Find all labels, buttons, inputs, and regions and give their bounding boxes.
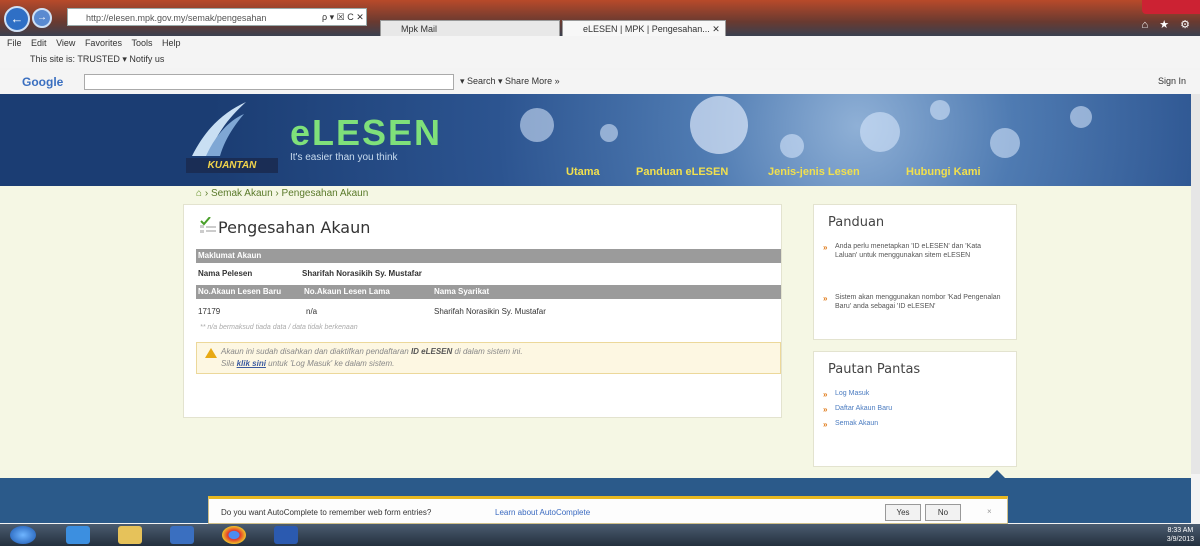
site-tagline: It's easier than you think	[290, 152, 398, 163]
panduan-title: Panduan	[828, 215, 885, 230]
link-daftar-akaun[interactable]: Daftar Akaun Baru	[835, 404, 1005, 413]
table-header: No.Akaun Lesen Baru No.Akaun Lesen Lama …	[196, 285, 781, 299]
section-header: Maklumat Akaun	[196, 249, 781, 263]
alert-id-elesen: ID eLESEN	[410, 347, 453, 356]
system-clock[interactable]: 8:33 AM 3/9/2013	[1167, 526, 1194, 544]
autocomplete-no-button[interactable]: No	[925, 504, 961, 521]
menu-file[interactable]: File	[7, 38, 22, 48]
clock-date: 3/9/2013	[1166, 536, 1194, 543]
trusted-site-indicator[interactable]: This site is: TRUSTED ▾ Notify us	[30, 54, 164, 64]
autocomplete-learn-link[interactable]: Learn about AutoComplete	[495, 508, 590, 517]
alert-text-1: Akaun ini sudah disahkan dan diaktifkan …	[221, 347, 409, 356]
col-no-akaun-lama: No.Akaun Lesen Lama	[304, 287, 390, 296]
ie-taskbar-icon[interactable]	[66, 526, 90, 544]
status-alert: Akaun ini sudah disahkan dan diaktifkan …	[196, 342, 781, 374]
start-button-icon[interactable]	[10, 526, 36, 544]
col-nama-syarikat: Nama Syarikat	[434, 287, 490, 296]
home-icon[interactable]: ⌂	[196, 188, 202, 199]
col-no-akaun-baru: No.Akaun Lesen Baru	[198, 287, 282, 296]
autocomplete-bar: Do you want AutoComplete to remember web…	[208, 496, 1008, 524]
menu-help[interactable]: Help	[162, 38, 181, 48]
google-search-input[interactable]	[84, 74, 454, 90]
menu-bar: File Edit View Favorites Tools Help	[0, 36, 1200, 50]
page-title: Pengesahan Akaun	[218, 218, 371, 237]
warning-icon	[205, 348, 217, 358]
link-log-masuk[interactable]: Log Masuk	[835, 389, 1005, 398]
google-toolbar: Google ▾ Search ▾ Share More » Sign In	[0, 70, 1200, 95]
alert-text-2: di dalam sistem ini.	[454, 347, 523, 356]
alert-text-3: Sila	[221, 359, 235, 368]
cell-no-akaun-lama: n/a	[306, 307, 318, 316]
menu-tools[interactable]: Tools	[131, 38, 152, 48]
favorites-bar: This site is: TRUSTED ▾ Notify us	[0, 50, 1200, 68]
media-taskbar-icon[interactable]	[170, 526, 194, 544]
bullet-icon: »	[823, 405, 828, 414]
forward-button[interactable]: →	[32, 8, 52, 28]
autocomplete-yes-button[interactable]: Yes	[885, 504, 921, 521]
google-toolbar-items[interactable]: ▾ Search ▾ Share More »	[460, 76, 560, 87]
breadcrumb-semak-akaun[interactable]: Semak Akaun	[211, 188, 273, 199]
tab-elesen[interactable]: eLESEN | MPK | Pengesahan... ✕	[562, 20, 726, 36]
nav-hubungi-kami[interactable]: Hubungi Kami	[906, 166, 981, 178]
breadcrumb-pengesahan-akaun: Pengesahan Akaun	[281, 188, 369, 199]
pautan-title: Pautan Pantas	[828, 362, 921, 377]
menu-favorites[interactable]: Favorites	[85, 38, 122, 48]
word-taskbar-icon[interactable]	[274, 526, 298, 544]
bullet-icon: »	[823, 294, 828, 303]
elesen-logo[interactable]: eLESEN	[290, 112, 442, 154]
menu-edit[interactable]: Edit	[31, 38, 47, 48]
page-scrollbar[interactable]	[1190, 94, 1200, 474]
google-sign-in[interactable]: Sign In	[1158, 76, 1186, 86]
alert-text-4: untuk 'Log Masuk' ke dalam sistem.	[268, 359, 395, 368]
explorer-taskbar-icon[interactable]	[118, 526, 142, 544]
nama-pelesen-label: Nama Pelesen	[198, 269, 253, 278]
browser-titlebar: ← → http://elesen.mpk.gov.my/semak/penge…	[0, 0, 1200, 36]
nav-utama[interactable]: Utama	[566, 166, 600, 178]
tab-mpk-mail[interactable]: Mpk Mail	[380, 20, 560, 36]
nav-jenis-lesen[interactable]: Jenis-jenis Lesen	[768, 166, 860, 178]
panduan-item-1: Anda perlu menetapkan 'ID eLESEN' dan 'K…	[835, 243, 982, 259]
nama-pelesen-value: Sharifah Norasikih Sy. Mustafar	[302, 269, 422, 278]
bullet-icon: »	[823, 420, 828, 429]
main-panel: Pengesahan Akaun Maklumat Akaun Nama Pel…	[183, 204, 782, 418]
link-semak-akaun[interactable]: Semak Akaun	[835, 419, 1005, 428]
toolbar-icons[interactable]: ⌂ ★ ⚙	[1142, 18, 1194, 31]
autocomplete-message: Do you want AutoComplete to remember web…	[221, 508, 432, 517]
cell-no-akaun-baru: 17179	[198, 307, 221, 316]
back-button[interactable]: ←	[4, 6, 30, 32]
bullet-icon: »	[823, 390, 828, 399]
kuantan-badge: KUANTAN	[186, 158, 278, 173]
checklist-icon	[200, 217, 216, 233]
close-icon[interactable]: ×	[987, 507, 992, 516]
chrome-taskbar-icon[interactable]	[222, 526, 246, 544]
address-controls[interactable]: ρ ▾ ☒ C ✕	[322, 8, 364, 26]
pautan-pantas-box: Pautan Pantas » Log Masuk » Daftar Akaun…	[813, 351, 1017, 467]
taskbar: 8:33 AM 3/9/2013	[0, 524, 1200, 546]
window-controls[interactable]	[1142, 0, 1200, 14]
google-logo: Google	[22, 75, 64, 89]
na-note: ** n/a bermaksud tiada data / data tidak…	[200, 324, 358, 331]
breadcrumb: ⌂ › Semak Akaun › Pengesahan Akaun	[196, 188, 369, 199]
clock-time: 8:33 AM	[1167, 527, 1194, 534]
site-banner: eLESEN It's easier than you think KUANTA…	[0, 94, 1191, 186]
panduan-item-2: Sistem akan menggunakan nombor 'Kad Peng…	[835, 294, 1001, 310]
menu-view[interactable]: View	[56, 38, 75, 48]
kuantan-swoosh-icon	[192, 102, 246, 156]
bullet-icon: »	[823, 243, 828, 252]
panduan-box: Panduan » Anda perlu menetapkan 'ID eLES…	[813, 204, 1017, 340]
cell-nama-syarikat: Sharifah Norasikin Sy. Mustafar	[434, 307, 546, 316]
nav-panduan-elesen[interactable]: Panduan eLESEN	[636, 166, 728, 178]
alert-login-link[interactable]: klik sini	[237, 359, 266, 368]
